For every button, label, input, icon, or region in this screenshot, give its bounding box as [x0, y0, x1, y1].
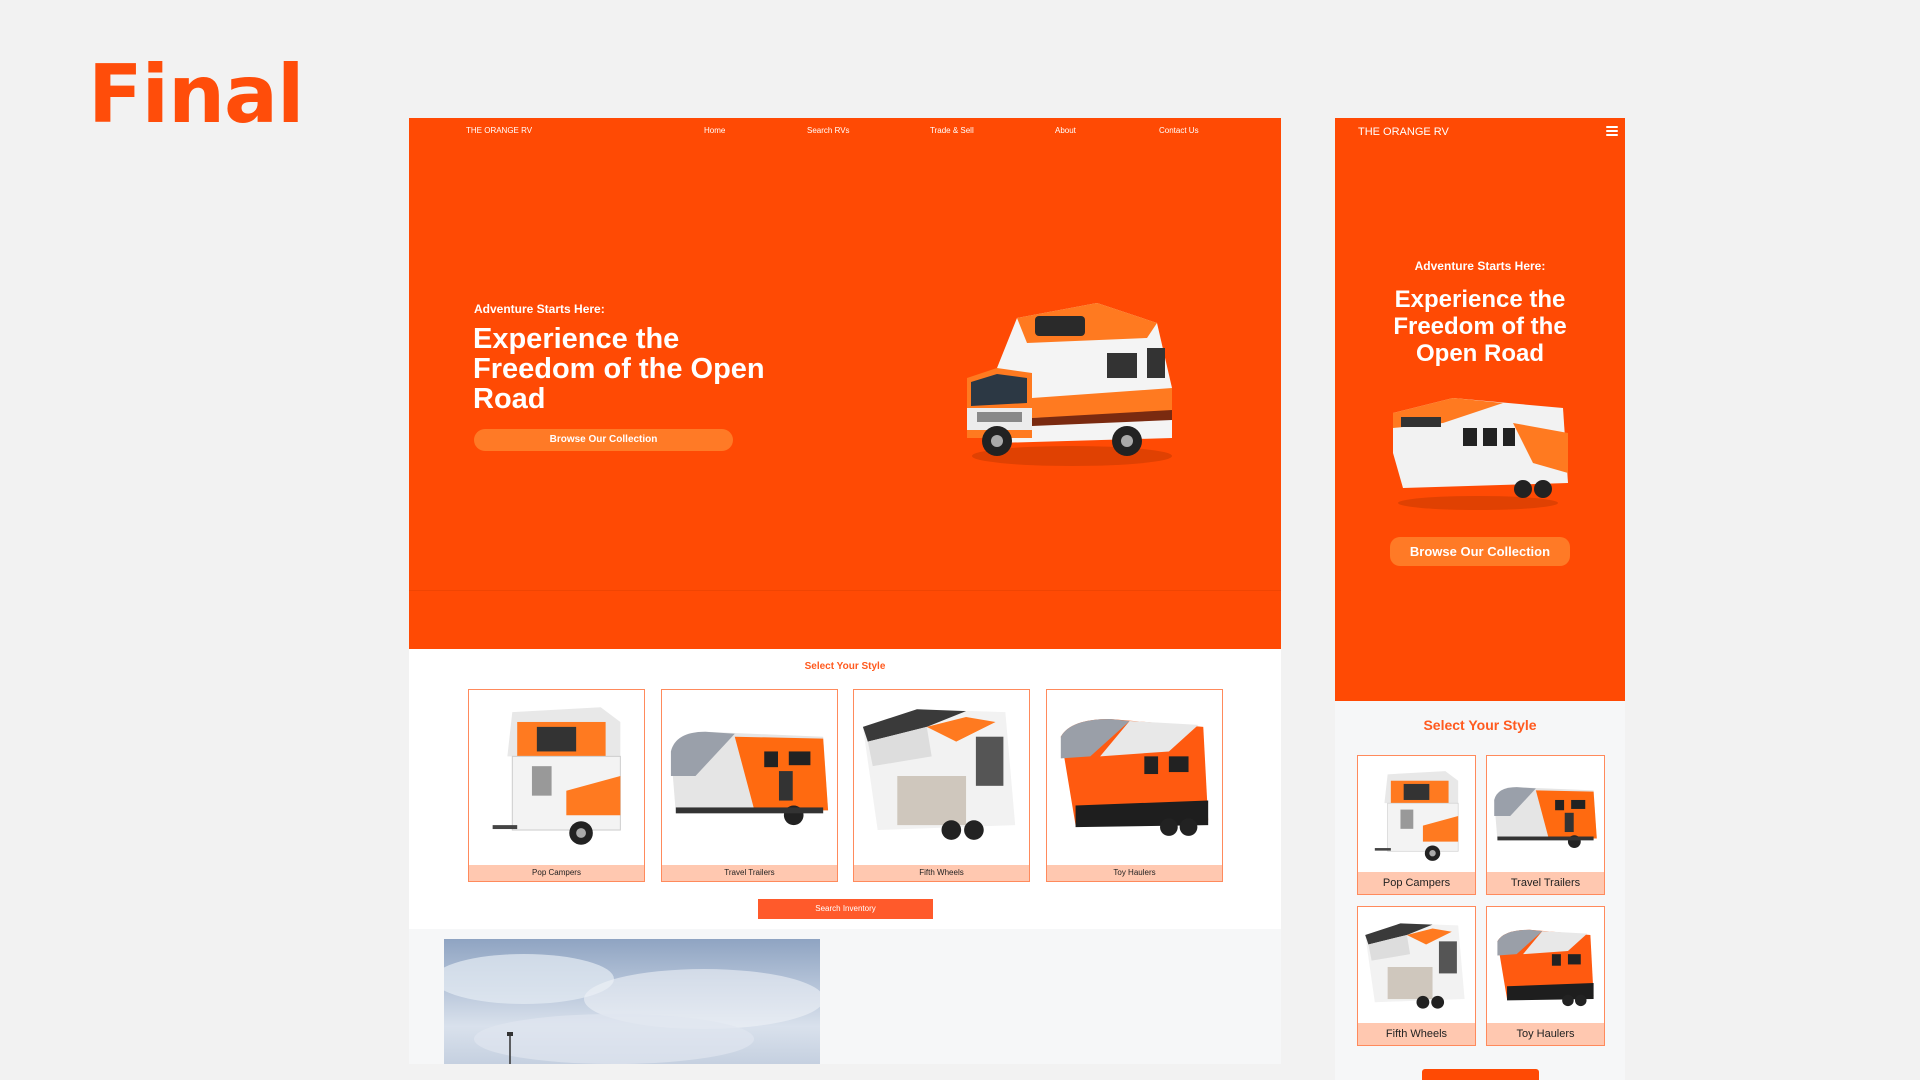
pop-camper-image	[473, 696, 640, 856]
style-card-travel-trailers[interactable]: Travel Trailers	[661, 689, 838, 882]
style-card-toy-haulers[interactable]: Toy Haulers	[1046, 689, 1223, 882]
travel-trailer-image	[666, 696, 833, 856]
brand-logo[interactable]: THE ORANGE RV	[466, 126, 532, 135]
mobile-browse-collection-button[interactable]: Browse Our Collection	[1390, 537, 1570, 566]
nav-link-search-rvs[interactable]: Search RVs	[807, 126, 850, 135]
style-card-label: Fifth Wheels	[854, 865, 1029, 881]
style-card-label: Toy Haulers	[1047, 865, 1222, 881]
style-card-pop-campers[interactable]: Pop Campers	[468, 689, 645, 882]
toy-hauler-image	[1491, 911, 1600, 1023]
fifth-wheel-hero-image	[1383, 393, 1573, 513]
select-style-section: Select Your Style Pop Campers Travel Tra…	[409, 649, 1281, 929]
style-card-fifth-wheels[interactable]: Fifth Wheels	[853, 689, 1030, 882]
mobile-style-card-pop-campers[interactable]: Pop Campers	[1357, 755, 1476, 895]
travel-trailer-image	[1491, 760, 1600, 872]
mobile-hero: THE ORANGE RV Adventure Starts Here: Exp…	[1335, 118, 1625, 701]
slide-title: Final	[88, 48, 304, 141]
mobile-hero-title: Experience the Freedom of the Open Road	[1393, 286, 1567, 367]
fifth-wheel-image	[858, 696, 1025, 856]
mobile-search-inventory-button[interactable]	[1422, 1069, 1539, 1080]
desktop-hero: THE ORANGE RV Home Search RVs Trade & Se…	[409, 118, 1281, 649]
toy-hauler-image	[1051, 696, 1218, 856]
mobile-style-card-fifth-wheels[interactable]: Fifth Wheels	[1357, 906, 1476, 1046]
style-card-label: Travel Trailers	[662, 865, 837, 881]
fifth-wheel-image	[1362, 911, 1471, 1023]
style-card-label: Pop Campers	[469, 865, 644, 881]
desktop-mockup: THE ORANGE RV Home Search RVs Trade & Se…	[409, 118, 1281, 1064]
mobile-hero-eyebrow: Adventure Starts Here:	[1414, 259, 1546, 273]
nav-link-trade-sell[interactable]: Trade & Sell	[930, 126, 974, 135]
select-style-title: Select Your Style	[804, 661, 886, 672]
hamburger-icon[interactable]	[1606, 126, 1618, 136]
mobile-style-card-toy-haulers[interactable]: Toy Haulers	[1486, 906, 1605, 1046]
sky-photo	[444, 939, 820, 1064]
nav-link-about[interactable]: About	[1055, 126, 1076, 135]
hero-eyebrow: Adventure Starts Here:	[474, 302, 605, 316]
nav-link-home[interactable]: Home	[704, 126, 725, 135]
browse-collection-button[interactable]: Browse Our Collection	[474, 429, 733, 451]
mobile-brand-logo[interactable]: THE ORANGE RV	[1358, 126, 1449, 138]
nav-link-contact[interactable]: Contact Us	[1159, 126, 1199, 135]
style-card-label: Travel Trailers	[1487, 872, 1604, 894]
hero-title: Experience the Freedom of the Open Road	[473, 323, 765, 415]
style-card-label: Fifth Wheels	[1358, 1023, 1475, 1045]
hero-divider	[409, 590, 1281, 591]
mobile-mockup: THE ORANGE RV Adventure Starts Here: Exp…	[1335, 118, 1625, 1080]
mobile-style-card-travel-trailers[interactable]: Travel Trailers	[1486, 755, 1605, 895]
pop-camper-image	[1362, 760, 1471, 872]
desktop-navbar: THE ORANGE RV Home Search RVs Trade & Se…	[409, 122, 1281, 138]
mobile-select-style-title: Select Your Style	[1423, 717, 1537, 733]
style-card-label: Toy Haulers	[1487, 1023, 1604, 1045]
style-card-label: Pop Campers	[1358, 872, 1475, 894]
motorhome-image	[957, 278, 1187, 478]
search-inventory-button[interactable]: Search Inventory	[758, 899, 933, 919]
